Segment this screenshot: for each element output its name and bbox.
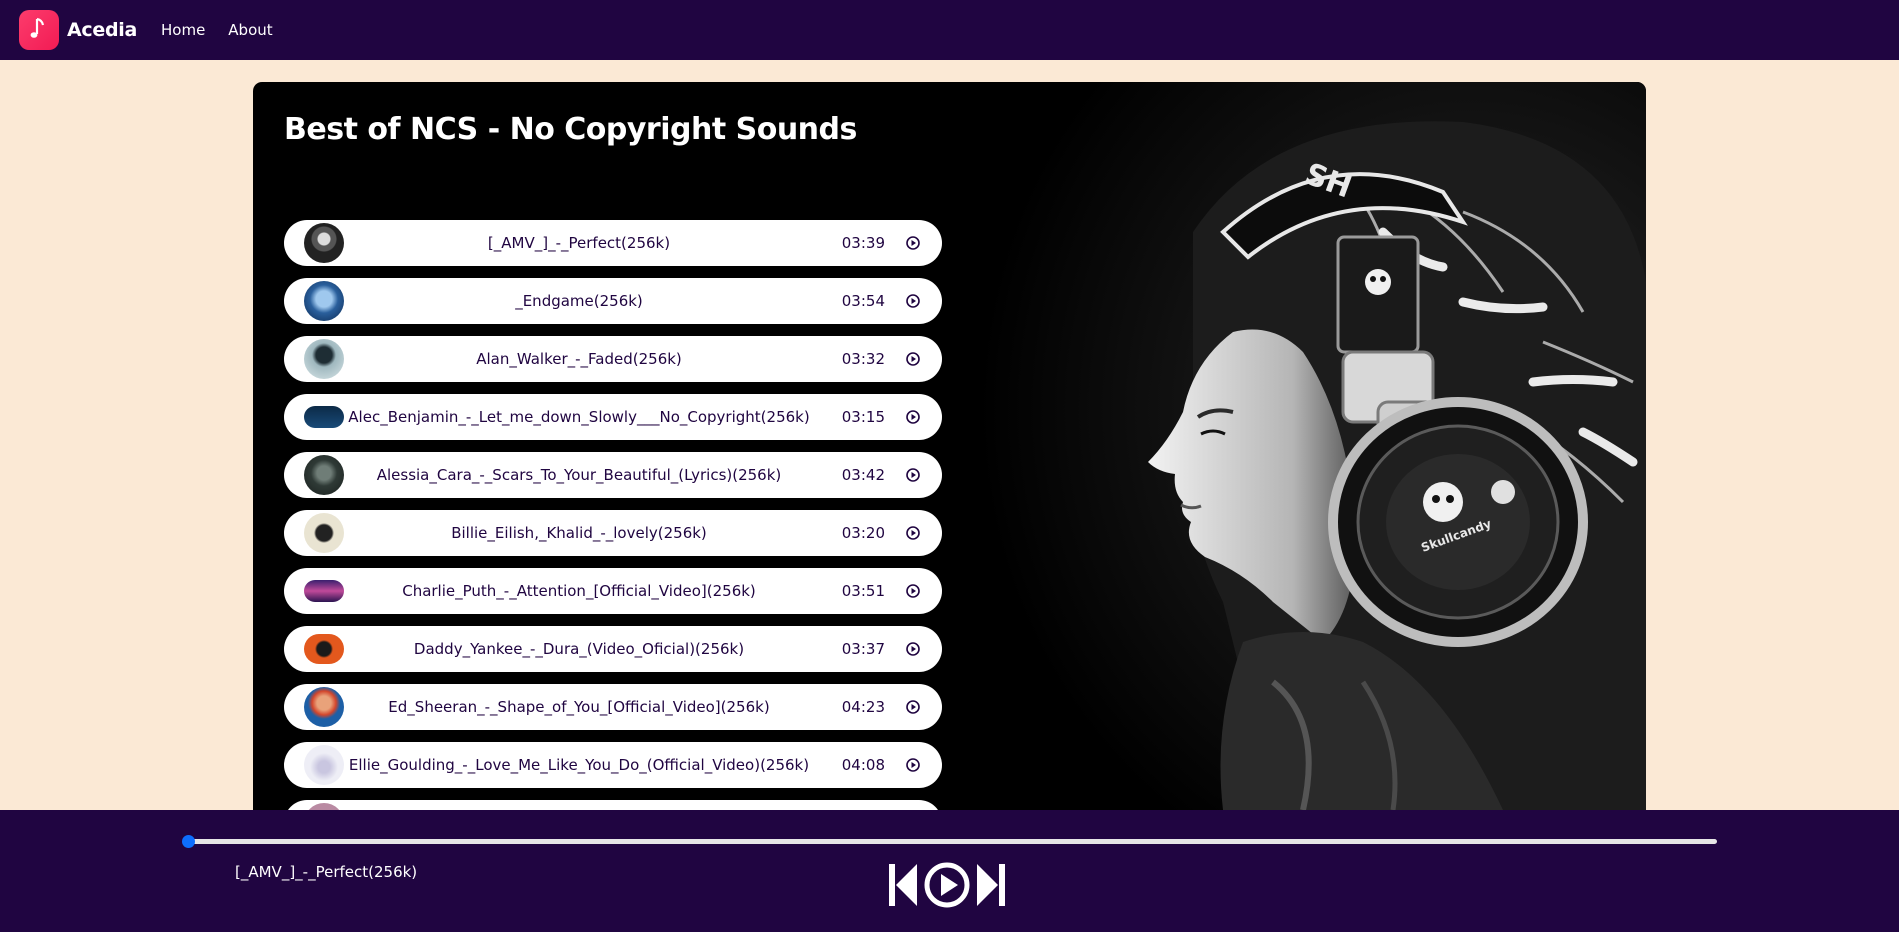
- skip-previous-icon[interactable]: [888, 864, 918, 906]
- song-duration: 03:39: [841, 234, 885, 252]
- song-item[interactable]: Charlie_Puth_-_Attention_[Official_Video…: [284, 568, 942, 614]
- playlist-container: Best of NCS - No Copyright Sounds [_AMV_…: [253, 82, 1646, 810]
- nav-link-home[interactable]: Home: [161, 21, 205, 39]
- song-item[interactable]: Daddy_Yankee_-_Dura_(Video_Oficial)(256k…: [284, 626, 942, 672]
- play-circle-icon[interactable]: [906, 410, 920, 424]
- song-name: Ellie_Goulding_-_Love_Me_Like_You_Do_(Of…: [348, 756, 810, 774]
- song-thumbnail: [304, 455, 344, 495]
- song-duration: 03:15: [841, 408, 885, 426]
- song-item[interactable]: Alan_Walker_-_Faded(256k) 03:32: [284, 336, 942, 382]
- playlist-title: Best of NCS - No Copyright Sounds: [284, 112, 857, 147]
- song-duration: 03:42: [841, 466, 885, 484]
- song-name: Ed_Sheeran_-_Shape_of_You_[Official_Vide…: [388, 698, 770, 716]
- song-item[interactable]: _Endgame(256k) 03:54: [284, 278, 942, 324]
- song-name: Alessia_Cara_-_Scars_To_Your_Beautiful_(…: [376, 466, 782, 484]
- song-duration: 03:54: [841, 292, 885, 310]
- play-circle-icon[interactable]: [906, 526, 920, 540]
- song-item[interactable]: Ellie_Goulding_-_Love_Me_Like_You_Do_(Of…: [284, 742, 942, 788]
- song-thumbnail: [304, 580, 344, 602]
- play-circle-icon[interactable]: [924, 862, 970, 908]
- song-duration: 04:08: [841, 756, 885, 774]
- song-duration: 03:51: [841, 582, 885, 600]
- current-song-title: [_AMV_]_-_Perfect(256k): [235, 863, 418, 881]
- song-item[interactable]: [284, 800, 942, 810]
- player-bar: [_AMV_]_-_Perfect(256k): [0, 810, 1899, 932]
- song-name: Alec_Benjamin_-_Let_me_down_Slowly___No_…: [348, 408, 810, 426]
- song-duration: 03:37: [841, 640, 885, 658]
- play-circle-icon[interactable]: [906, 700, 920, 714]
- song-thumbnail: [304, 803, 344, 810]
- play-circle-icon[interactable]: [906, 642, 920, 656]
- progress-bar[interactable]: [187, 839, 1717, 844]
- song-name: Billie_Eilish,_Khalid_-_lovely(256k): [451, 524, 707, 542]
- song-thumbnail: [304, 634, 344, 664]
- song-duration: 03:20: [841, 524, 885, 542]
- play-circle-icon[interactable]: [906, 468, 920, 482]
- song-duration: 04:23: [841, 698, 885, 716]
- song-thumbnail: [304, 223, 344, 263]
- play-circle-icon[interactable]: [906, 352, 920, 366]
- play-circle-icon[interactable]: [906, 236, 920, 250]
- song-thumbnail: [304, 513, 344, 553]
- song-item[interactable]: [_AMV_]_-_Perfect(256k) 03:39: [284, 220, 942, 266]
- music-note-icon[interactable]: [19, 10, 59, 50]
- song-thumbnail: [304, 406, 344, 428]
- song-item[interactable]: Alec_Benjamin_-_Let_me_down_Slowly___No_…: [284, 394, 942, 440]
- song-item[interactable]: Ed_Sheeran_-_Shape_of_You_[Official_Vide…: [284, 684, 942, 730]
- skip-next-icon[interactable]: [976, 864, 1006, 906]
- nav-link-about[interactable]: About: [228, 21, 272, 39]
- song-thumbnail: [304, 281, 344, 321]
- brand-name[interactable]: Acedia: [67, 19, 137, 41]
- song-name: Alan_Walker_-_Faded(256k): [476, 350, 682, 368]
- song-list: [_AMV_]_-_Perfect(256k) 03:39 _Endgame(2…: [284, 220, 942, 810]
- player-controls: [888, 862, 1006, 908]
- navbar: Acedia Home About: [0, 0, 1899, 60]
- play-circle-icon[interactable]: [906, 294, 920, 308]
- progress-thumb[interactable]: [182, 835, 195, 848]
- play-circle-icon[interactable]: [906, 584, 920, 598]
- play-circle-icon[interactable]: [906, 758, 920, 772]
- song-item[interactable]: Billie_Eilish,_Khalid_-_lovely(256k) 03:…: [284, 510, 942, 556]
- song-name: Charlie_Puth_-_Attention_[Official_Video…: [402, 582, 756, 600]
- song-name: [_AMV_]_-_Perfect(256k): [487, 234, 671, 252]
- song-item[interactable]: Alessia_Cara_-_Scars_To_Your_Beautiful_(…: [284, 452, 942, 498]
- song-thumbnail: [304, 745, 344, 785]
- song-thumbnail: [304, 687, 344, 727]
- cover-image: SH Skullcandy: [943, 82, 1646, 810]
- song-thumbnail: [304, 339, 344, 379]
- song-name: Daddy_Yankee_-_Dura_(Video_Oficial)(256k…: [413, 640, 745, 658]
- song-name: _Endgame(256k): [515, 292, 643, 310]
- song-duration: 03:32: [841, 350, 885, 368]
